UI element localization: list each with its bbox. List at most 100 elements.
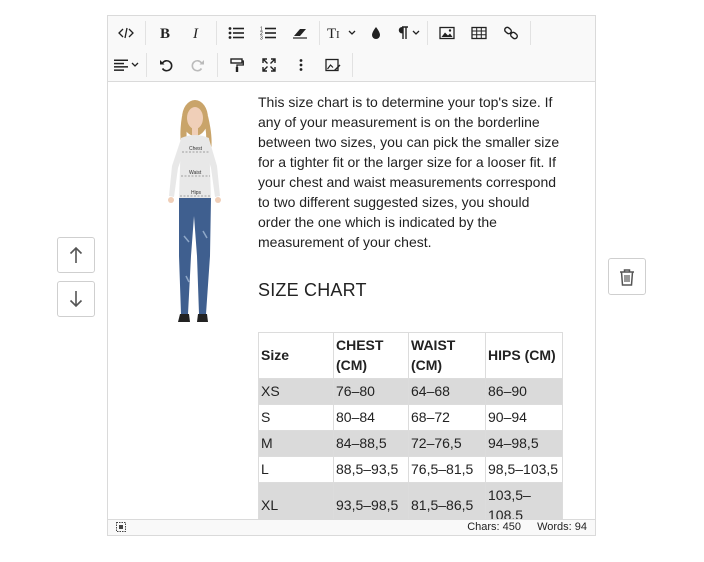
toolbar-separator — [217, 53, 218, 77]
editor-content-area[interactable]: Chest Waist Hips This size chart is to d… — [108, 82, 595, 520]
toolbar-row-1: B I 123 TI — [108, 17, 534, 49]
chevron-down-icon — [348, 30, 356, 35]
header-chest: CHEST (CM) — [333, 332, 409, 379]
bulleted-list-icon — [228, 27, 244, 39]
cell-size: S — [258, 404, 334, 431]
image-icon — [439, 26, 455, 40]
toolbar-separator — [146, 53, 147, 77]
cell-waist: 76,5–81,5 — [408, 456, 486, 483]
edit-image-button[interactable] — [317, 50, 349, 80]
expand-icon — [262, 58, 276, 72]
eraser-icon — [293, 29, 307, 39]
more-vertical-icon — [299, 59, 303, 71]
clear-format-button[interactable] — [284, 18, 316, 48]
chevron-down-icon — [131, 62, 139, 67]
figure-label-chest: Chest — [189, 146, 203, 152]
svg-text:I: I — [192, 26, 199, 40]
cell-size: XL — [258, 482, 334, 520]
link-icon — [504, 26, 518, 40]
header-hips: HIPS (CM) — [485, 332, 563, 379]
rich-text-editor: B I 123 TI Chest Waist Hips This size ch… — [107, 15, 596, 536]
insert-image-button[interactable] — [431, 18, 463, 48]
move-down-button[interactable] — [57, 281, 95, 317]
format-painter-button[interactable] — [221, 50, 253, 80]
editor-toolbar: B I 123 TI — [108, 16, 595, 82]
arrow-up-icon — [69, 246, 83, 263]
align-dropdown[interactable] — [110, 50, 143, 80]
cell-waist: 81,5–86,5 — [408, 482, 486, 520]
cell-size: M — [258, 430, 334, 457]
paragraph-format-dropdown[interactable] — [392, 18, 424, 48]
more-options-button[interactable] — [285, 50, 317, 80]
code-icon — [118, 27, 134, 39]
cell-chest: 88,5–93,5 — [333, 456, 409, 483]
toolbar-row-2 — [108, 49, 356, 81]
insert-table-button[interactable] — [463, 18, 495, 48]
align-left-icon — [114, 59, 128, 71]
figure-label-waist: Waist — [189, 170, 202, 176]
size-chart-heading: SIZE CHART — [258, 280, 367, 300]
cell-hips: 90–94 — [485, 404, 563, 431]
cell-hips: 103,5–108,5 — [485, 482, 563, 520]
model-left-shoe — [178, 314, 190, 322]
bulleted-list-button[interactable] — [220, 18, 252, 48]
numbered-list-icon: 123 — [260, 27, 276, 41]
model-jeans — [179, 198, 211, 314]
model-right-shoe — [197, 314, 208, 322]
cell-chest: 84–88,5 — [333, 430, 409, 457]
chevron-down-icon — [412, 30, 419, 35]
italic-icon: I — [192, 26, 199, 40]
table-icon — [471, 26, 487, 40]
toolbar-separator — [319, 21, 320, 45]
figure-label-hips: Hips — [191, 190, 202, 196]
model-image[interactable]: Chest Waist Hips — [148, 96, 238, 336]
undo-icon — [160, 59, 173, 72]
cell-hips: 94–98,5 — [485, 430, 563, 457]
bold-icon: B — [160, 26, 170, 40]
table-row: L 88,5–93,5 76,5–81,5 98,5–103,5 — [258, 456, 563, 483]
model-face — [187, 107, 203, 129]
move-up-button[interactable] — [57, 237, 95, 273]
cell-hips: 98,5–103,5 — [485, 456, 563, 483]
bold-button[interactable]: B — [149, 18, 181, 48]
cell-waist: 72–76,5 — [408, 430, 486, 457]
fullscreen-button[interactable] — [253, 50, 285, 80]
header-waist: WAIST (CM) — [408, 332, 486, 379]
toolbar-separator — [216, 21, 217, 45]
undo-button[interactable] — [150, 50, 182, 80]
table-row: XS 76–80 64–68 86–90 — [258, 378, 563, 405]
image-edit-icon — [325, 58, 341, 72]
word-count: Words: 94 — [537, 521, 587, 533]
toolbar-separator — [427, 21, 428, 45]
table-row: XL 93,5–98,5 81,5–86,5 103,5–108,5 — [258, 482, 563, 520]
code-view-button[interactable] — [110, 18, 142, 48]
paint-roller-icon — [230, 58, 244, 72]
svg-text:3: 3 — [260, 36, 263, 41]
cell-hips: 86–90 — [485, 378, 563, 405]
table-row: M 84–88,5 72–76,5 94–98,5 — [258, 430, 563, 457]
toolbar-separator — [352, 53, 353, 77]
droplet-icon — [372, 27, 380, 39]
cell-size: L — [258, 456, 334, 483]
text-size-dropdown[interactable]: TI — [323, 18, 360, 48]
italic-button[interactable]: I — [181, 18, 213, 48]
model-top — [179, 135, 211, 198]
resize-select-icon[interactable] — [116, 522, 126, 532]
char-count: Chars: 450 — [467, 521, 521, 533]
insert-link-button[interactable] — [495, 18, 527, 48]
cell-size: XS — [258, 378, 334, 405]
size-table[interactable]: Size CHEST (CM) WAIST (CM) HIPS (CM) XS … — [258, 332, 563, 520]
toolbar-separator — [530, 21, 531, 45]
svg-text:T: T — [327, 26, 336, 40]
cell-chest: 80–84 — [333, 404, 409, 431]
text-color-button[interactable] — [360, 18, 392, 48]
arrow-down-icon — [69, 291, 83, 308]
delete-block-button[interactable] — [608, 258, 646, 295]
cell-waist: 64–68 — [408, 378, 486, 405]
cell-waist: 68–72 — [408, 404, 486, 431]
numbered-list-button[interactable]: 123 — [252, 18, 284, 48]
table-row: S 80–84 68–72 90–94 — [258, 404, 563, 431]
redo-button[interactable] — [182, 50, 214, 80]
svg-text:I: I — [336, 29, 340, 40]
block-move-controls — [57, 237, 95, 325]
